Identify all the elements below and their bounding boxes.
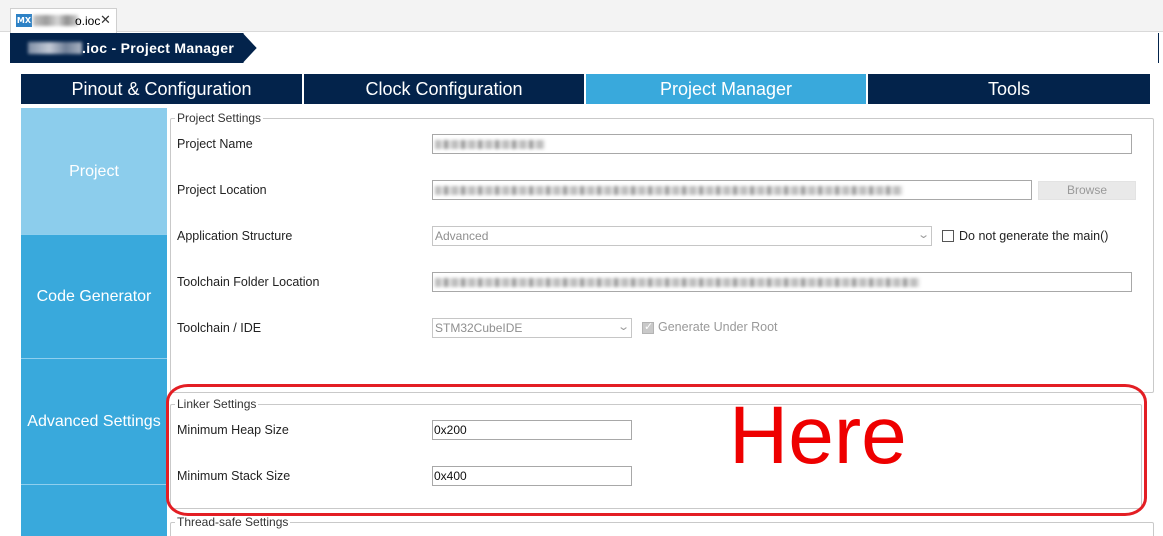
stm32cubemx-window: MX o.ioc ✕ .ioc - Project Manager Pinout… <box>0 0 1163 536</box>
editor-tab-strip: MX o.ioc ✕ <box>0 0 1163 33</box>
toolchain-ide-value: STM32CubeIDE <box>435 321 523 335</box>
breadcrumb-label: .ioc - Project Manager <box>82 40 235 56</box>
sidenav-item-advanced-settings[interactable]: Advanced Settings <box>21 359 167 485</box>
breadcrumb-item-project-manager[interactable]: .ioc - Project Manager <box>10 33 258 63</box>
thread-safe-settings-group: Thread-safe Settings <box>170 515 1154 536</box>
annotation-highlight-ring <box>166 384 1147 516</box>
generate-under-root-checkbox[interactable] <box>642 320 654 334</box>
browse-button[interactable]: Browse <box>1038 181 1136 200</box>
cubemx-file-icon: MX <box>16 14 32 27</box>
toolchain-ide-label: Toolchain / IDE <box>177 321 262 335</box>
toolchain-ide-select[interactable]: STM32CubeIDE ⌄ <box>432 318 632 338</box>
application-structure-label: Application Structure <box>177 229 293 243</box>
toolchain-folder-label: Toolchain Folder Location <box>177 275 320 289</box>
thread-safe-settings-legend: Thread-safe Settings <box>177 515 289 529</box>
generate-under-root-label: Generate Under Root <box>658 320 778 334</box>
blurred-value <box>435 278 920 287</box>
tab-tools[interactable]: Tools <box>868 74 1150 104</box>
application-structure-select[interactable]: Advanced ⌄ <box>432 226 932 246</box>
tab-pinout-configuration[interactable]: Pinout & Configuration <box>21 74 304 104</box>
do-not-generate-main-checkbox[interactable] <box>942 230 954 242</box>
chevron-down-icon: ⌄ <box>616 321 630 333</box>
chevron-down-icon: ⌄ <box>916 229 930 241</box>
sidenav-item-code-generator[interactable]: Code Generator <box>21 235 167 359</box>
do-not-generate-main-label: Do not generate the main() <box>959 229 1109 243</box>
blurred-filename <box>33 15 78 26</box>
blurred-value <box>435 140 545 149</box>
project-settings-legend: Project Settings <box>177 111 262 125</box>
close-icon[interactable]: ✕ <box>100 13 111 27</box>
blurred-project-name <box>28 42 82 54</box>
file-tab-label: o.ioc <box>75 14 101 28</box>
breadcrumb: .ioc - Project Manager <box>10 33 1159 63</box>
project-name-label: Project Name <box>177 137 253 151</box>
annotation-here-text: Here <box>729 390 907 481</box>
side-nav: Project Code Generator Advanced Settings <box>21 108 167 536</box>
blurred-value <box>435 186 903 195</box>
project-location-label: Project Location <box>177 183 267 197</box>
application-structure-value: Advanced <box>435 229 489 243</box>
file-tab[interactable]: MX o.ioc ✕ <box>10 8 117 33</box>
project-location-input[interactable] <box>432 180 1032 200</box>
main-tab-bar: Pinout & Configuration Clock Configurati… <box>21 74 1150 104</box>
sidenav-item-more[interactable] <box>21 485 167 536</box>
tab-clock-configuration[interactable]: Clock Configuration <box>304 74 586 104</box>
toolchain-folder-input[interactable] <box>432 272 1132 292</box>
sidenav-item-project[interactable]: Project <box>21 108 167 235</box>
breadcrumb-arrow-icon <box>243 33 260 63</box>
project-name-input[interactable] <box>432 134 1132 154</box>
tab-project-manager[interactable]: Project Manager <box>586 74 868 104</box>
